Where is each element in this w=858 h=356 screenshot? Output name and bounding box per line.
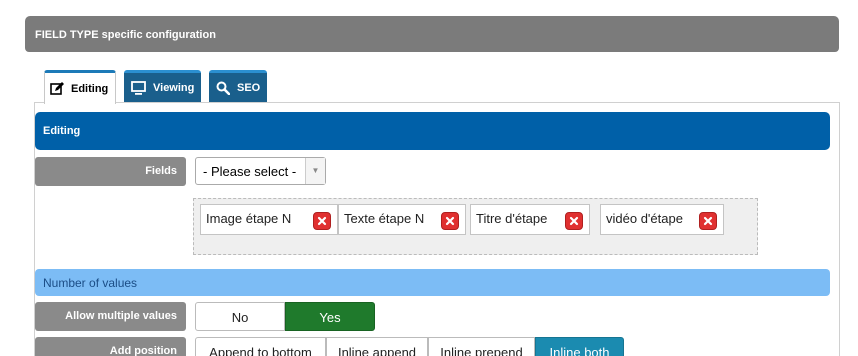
allow-multiple-no-button[interactable]: No: [195, 302, 285, 331]
monitor-icon: [131, 80, 146, 95]
button-label: No: [231, 310, 249, 325]
section-title: Number of values: [43, 276, 138, 290]
allow-multiple-label-text: Allow multiple values: [65, 310, 177, 322]
chip-label: Image étape N: [206, 211, 292, 226]
select-value: - Please select -: [203, 164, 297, 179]
button-label: Append to bottom: [209, 345, 312, 356]
chip-label: vidéo d'étape: [606, 211, 683, 226]
tab-editing[interactable]: Editing: [44, 70, 116, 104]
inline-both-button[interactable]: Inline both: [535, 337, 624, 356]
fields-label-text: Fields: [145, 165, 177, 177]
append-to-bottom-button[interactable]: Append to bottom: [195, 337, 326, 356]
tab-label: Viewing: [153, 81, 195, 94]
remove-icon[interactable]: [699, 212, 717, 230]
button-label: Inline both: [549, 345, 610, 356]
tab-label: SEO: [237, 81, 261, 94]
chip-label: Titre d'étape: [476, 211, 548, 226]
button-label: Yes: [319, 310, 341, 325]
field-chip[interactable]: Titre d'étape: [470, 204, 590, 235]
selected-fields-area: Image étape N Texte étape N Titre d'étap…: [193, 198, 758, 255]
fields-select[interactable]: - Please select - ▼: [195, 157, 326, 185]
chip-label: Texte étape N: [344, 211, 425, 226]
tab-viewing[interactable]: Viewing: [124, 70, 201, 102]
button-label: Inline prepend: [440, 345, 523, 356]
inline-append-button[interactable]: Inline append: [326, 337, 428, 356]
add-position-label: Add position: [35, 337, 186, 356]
tab-label: Editing: [71, 82, 109, 95]
field-chip[interactable]: Texte étape N: [338, 204, 466, 235]
field-chip[interactable]: Image étape N: [200, 204, 338, 235]
inline-prepend-button[interactable]: Inline prepend: [428, 337, 535, 356]
remove-icon[interactable]: [313, 212, 331, 230]
panel-title: FIELD TYPE specific configuration: [35, 29, 216, 41]
allow-multiple-yes-button[interactable]: Yes: [285, 302, 375, 331]
remove-icon[interactable]: [565, 212, 583, 230]
fields-label: Fields: [35, 157, 186, 186]
editing-section-header: Editing: [35, 112, 830, 150]
section-title: Editing: [43, 125, 81, 137]
field-chip[interactable]: vidéo d'étape: [600, 204, 724, 235]
search-icon: [215, 80, 230, 95]
panel-header: FIELD TYPE specific configuration: [25, 16, 839, 52]
add-position-label-text: Add position: [109, 345, 177, 356]
tab-seo[interactable]: SEO: [209, 70, 267, 102]
allow-multiple-label: Allow multiple values: [35, 302, 186, 331]
button-label: Inline append: [337, 345, 417, 356]
number-of-values-header: Number of values: [35, 269, 830, 296]
edit-icon: [49, 81, 64, 96]
chevron-down-icon: ▼: [305, 158, 325, 184]
remove-icon[interactable]: [441, 212, 459, 230]
